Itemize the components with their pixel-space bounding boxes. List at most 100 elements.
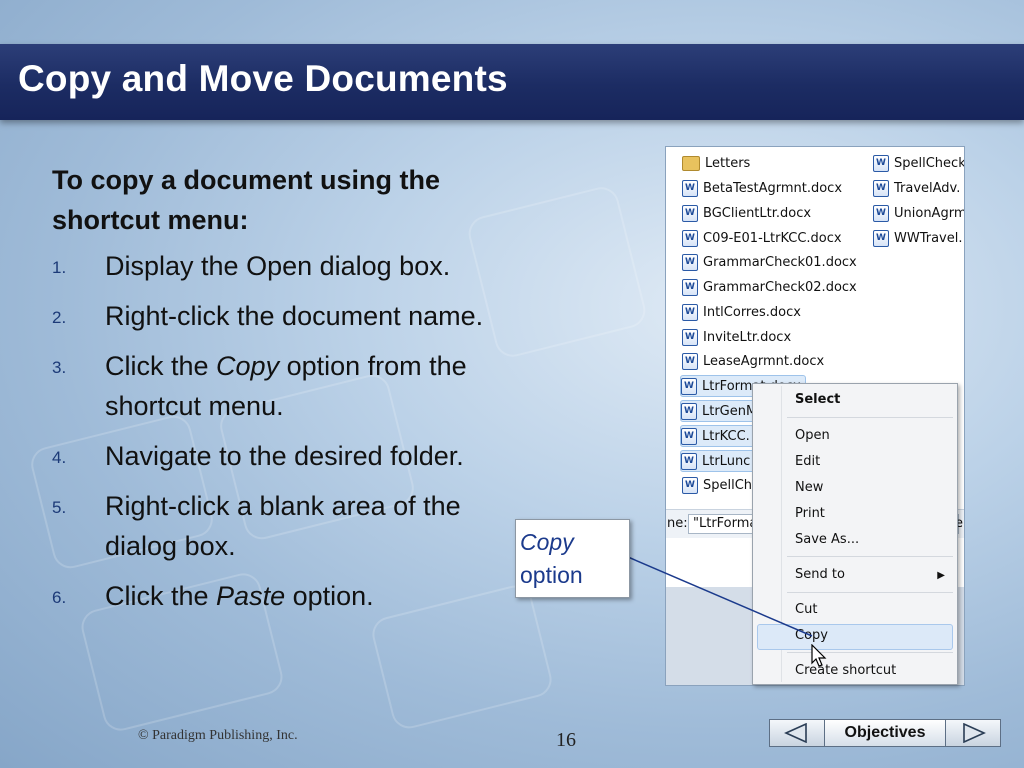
- word-document-icon: W: [682, 352, 698, 370]
- step-number: 3.: [52, 358, 67, 377]
- step-text: Display the Open dialog box.: [105, 251, 451, 281]
- step-item: 1. Display the Open dialog box.: [52, 246, 522, 286]
- page-number: 16: [556, 729, 576, 751]
- word-document-icon: W: [682, 278, 698, 296]
- word-document-icon: W: [682, 328, 698, 346]
- folder-item-letters[interactable]: Letters: [682, 153, 750, 173]
- menu-item-copy-highlight: [757, 624, 953, 650]
- file-item[interactable]: W IntlCorres.docx: [682, 302, 801, 322]
- menu-item-select[interactable]: Select: [795, 392, 840, 407]
- word-document-icon: W: [681, 452, 697, 470]
- submenu-arrow-icon: ▶: [937, 570, 945, 581]
- file-item[interactable]: W BetaTestAgrmnt.docx: [682, 178, 842, 198]
- left-arrow-icon: [784, 723, 807, 743]
- objectives-button[interactable]: Objectives: [825, 719, 945, 747]
- word-document-icon: W: [682, 179, 698, 197]
- word-document-icon: W: [681, 377, 697, 395]
- word-document-icon: W: [681, 402, 697, 420]
- file-name: IntlCorres.docx: [703, 304, 801, 320]
- file-name: LeaseAgrmnt.docx: [703, 353, 825, 369]
- slide-content: To copy a document using the shortcut me…: [52, 160, 522, 626]
- word-document-icon: W: [873, 179, 889, 197]
- slide-title: Copy and Move Documents: [18, 58, 508, 99]
- menu-item-print[interactable]: Print: [795, 506, 825, 521]
- step-item: 5. Right-click a blank area of the dialog…: [52, 486, 522, 566]
- menu-item-edit[interactable]: Edit: [795, 454, 820, 469]
- file-name: InviteLtr.docx: [703, 329, 792, 345]
- step-item: 6. Click the Paste option.: [52, 576, 522, 616]
- word-document-icon: W: [682, 303, 698, 321]
- next-slide-button[interactable]: [945, 719, 1001, 747]
- file-name-label: ne:: [667, 516, 688, 531]
- file-name: GrammarCheck01.docx: [703, 254, 857, 270]
- slide-navigation: Objectives: [769, 719, 1001, 747]
- copyright-notice: © Paradigm Publishing, Inc.: [138, 728, 298, 743]
- menu-item-cut[interactable]: Cut: [795, 602, 817, 617]
- file-item[interactable]: W GrammarCheck01.docx: [682, 252, 857, 272]
- file-name: LtrKCC.: [702, 428, 750, 444]
- step-text-emphasis: Copy: [216, 351, 280, 381]
- instructions-heading: To copy a document using the shortcut me…: [52, 165, 441, 235]
- step-text-pre: Click the: [105, 351, 217, 381]
- file-item[interactable]: W SpellCheck: [873, 153, 965, 173]
- menu-item-copy[interactable]: Copy: [795, 628, 828, 643]
- menu-item-open[interactable]: Open: [795, 428, 830, 443]
- step-text-pre: Click the: [105, 581, 217, 611]
- menu-item-send-to[interactable]: Send to: [795, 567, 845, 582]
- step-item: 3. Click the Copy option from the shortcu…: [52, 346, 522, 426]
- step-number: 4.: [52, 448, 67, 467]
- callout-line-2: option: [520, 562, 583, 588]
- word-document-icon: W: [682, 229, 698, 247]
- step-item: 2. Right-click the document name.: [52, 296, 522, 336]
- file-name: C09-E01-LtrKCC.docx: [703, 230, 842, 246]
- file-name: UnionAgrm: [894, 205, 965, 221]
- step-number: 6.: [52, 588, 67, 607]
- file-name: WWTravel.: [894, 230, 963, 246]
- menu-separator: [787, 592, 953, 593]
- file-item[interactable]: W TravelAdv.: [873, 178, 960, 198]
- step-number: 1.: [52, 258, 67, 277]
- file-item[interactable]: W C09-E01-LtrKCC.docx: [682, 228, 842, 248]
- word-document-icon: W: [873, 154, 889, 172]
- context-menu: Select Open Edit New Print Save As... Se…: [752, 383, 958, 685]
- file-name: BGClientLtr.docx: [703, 205, 812, 221]
- menu-item-save-as[interactable]: Save As...: [795, 532, 859, 547]
- file-item[interactable]: W GrammarCheck02.docx: [682, 277, 857, 297]
- previous-slide-button[interactable]: [769, 719, 825, 747]
- right-arrow-icon: [963, 723, 986, 743]
- copy-option-callout: Copy option: [515, 519, 630, 598]
- file-item[interactable]: W BGClientLtr.docx: [682, 203, 811, 223]
- step-text: Right-click the document name.: [105, 301, 484, 331]
- file-item[interactable]: W SpellCh: [682, 475, 752, 495]
- word-document-icon: W: [873, 229, 889, 247]
- file-item[interactable]: W UnionAgrm: [873, 203, 965, 223]
- file-item[interactable]: W WWTravel.: [873, 228, 963, 248]
- file-name: SpellCheck: [894, 155, 965, 171]
- step-text: Right-click a blank area of the dialog b…: [105, 491, 461, 561]
- file-item[interactable]: W InviteLtr.docx: [682, 327, 791, 347]
- word-document-icon: W: [682, 204, 698, 222]
- word-document-icon: W: [682, 476, 698, 494]
- mouse-pointer-icon: [811, 644, 827, 667]
- step-item: 4. Navigate to the desired folder.: [52, 436, 522, 476]
- word-document-icon: W: [873, 204, 889, 222]
- menu-separator: [787, 417, 953, 418]
- menu-item-new[interactable]: New: [795, 480, 823, 495]
- step-number: 2.: [52, 308, 67, 327]
- file-name: BetaTestAgrmnt.docx: [703, 180, 843, 196]
- file-name: SpellCh: [703, 477, 753, 493]
- step-number: 5.: [52, 498, 67, 517]
- file-name: GrammarCheck02.docx: [703, 279, 857, 295]
- title-bar: Copy and Move Documents: [0, 44, 1024, 120]
- file-name: LtrGenM: [702, 403, 758, 419]
- step-text: Navigate to the desired folder.: [105, 441, 464, 471]
- folder-icon: [682, 155, 700, 171]
- menu-separator: [787, 556, 953, 557]
- file-item[interactable]: W LeaseAgrmnt.docx: [682, 351, 824, 371]
- file-name: TravelAdv.: [894, 180, 961, 196]
- callout-line-1: Copy: [520, 529, 574, 555]
- step-text-emphasis: Paste: [216, 581, 286, 611]
- word-document-icon: W: [681, 427, 697, 445]
- file-name-value: "LtrForma: [693, 516, 758, 531]
- file-name: LtrLunc: [702, 453, 751, 469]
